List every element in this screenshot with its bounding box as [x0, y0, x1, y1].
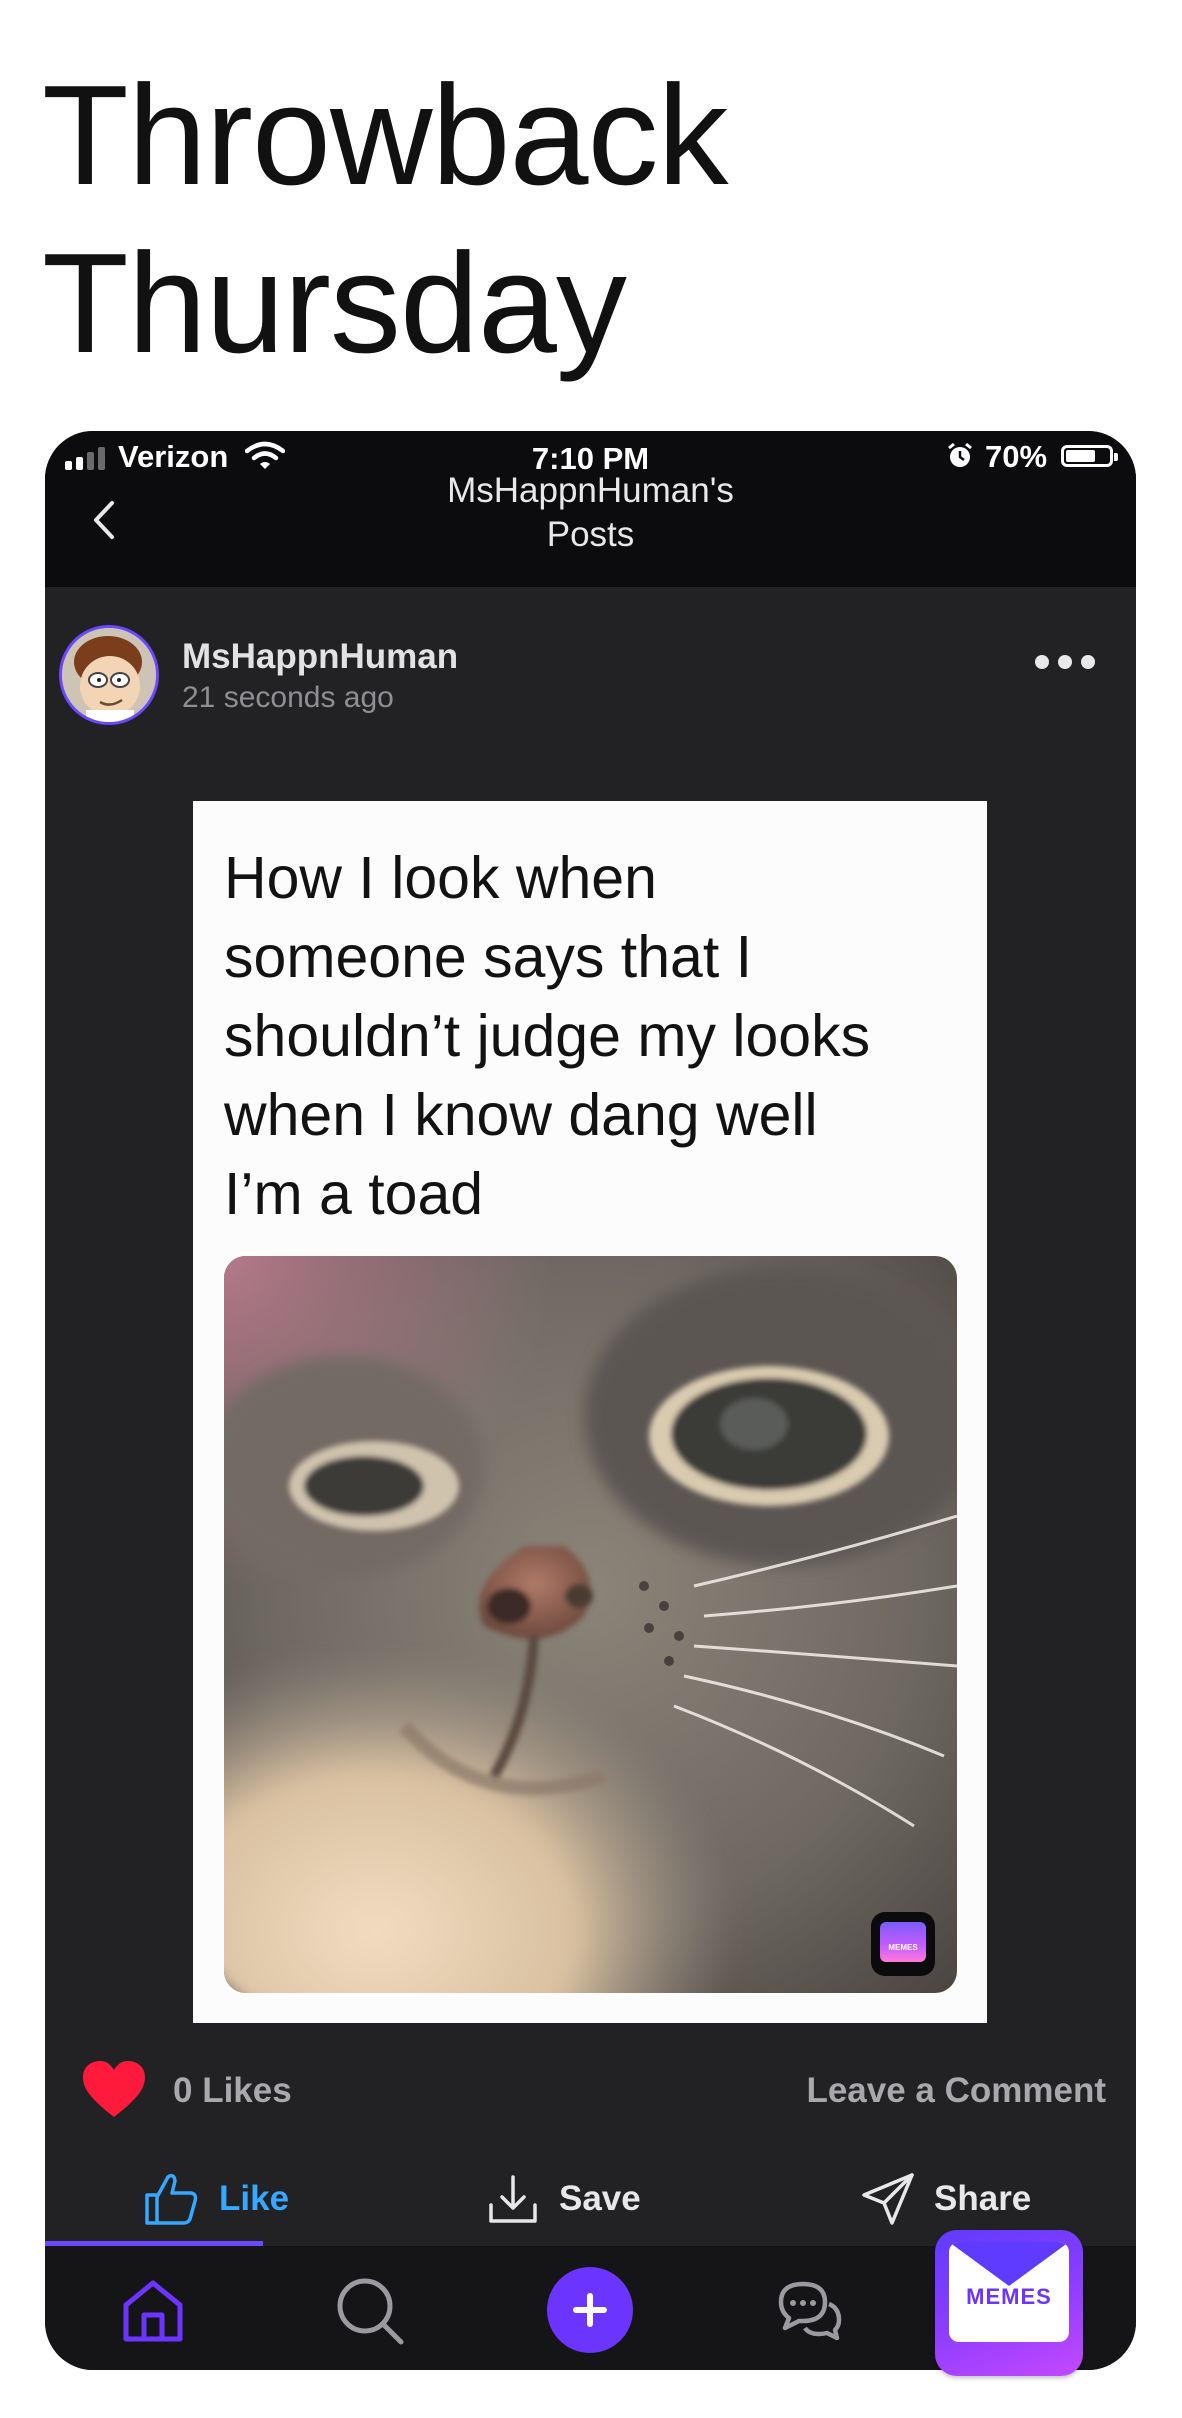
- page-title-line-1: MsHappnHuman's: [447, 471, 734, 510]
- tab-search[interactable]: [319, 2260, 419, 2360]
- headline-caption: Throwback Thursday: [42, 52, 1042, 388]
- memes-watermark-logo: MEMES: [935, 2230, 1083, 2376]
- page-title-line-2: Posts: [546, 515, 635, 554]
- top-bar: Verizon 7:10 PM 70% MsHappnHuman's Posts: [45, 431, 1136, 587]
- avatar[interactable]: [59, 625, 159, 725]
- back-button[interactable]: [80, 483, 130, 553]
- meme-caption-line-4: when I know dang well: [224, 1082, 818, 1148]
- alarm-icon: [945, 441, 975, 479]
- tab-create-post[interactable]: [540, 2260, 640, 2360]
- meme-caption: How I look when someone says that I shou…: [224, 839, 964, 1234]
- avatar-image: [62, 628, 156, 722]
- home-icon: [123, 2280, 183, 2342]
- post-timestamp: 21 seconds ago: [182, 681, 394, 714]
- meme-caption-line-1: How I look when: [224, 845, 657, 911]
- like-button[interactable]: Like: [141, 2153, 289, 2245]
- chevron-left-icon: [94, 501, 114, 539]
- headline-line-1: Throwback: [42, 56, 728, 215]
- paper-plane-icon: [862, 2173, 914, 2225]
- meme-image[interactable]: How I look when someone says that I shou…: [193, 801, 987, 2023]
- ellipsis-icon-dot: [1058, 655, 1072, 669]
- share-label: Share: [934, 2179, 1032, 2218]
- meme-caption-line-5: I’m a toad: [224, 1161, 484, 1227]
- phone-screenshot: Verizon 7:10 PM 70% MsHappnHuman's Posts…: [45, 431, 1136, 2370]
- download-icon: [489, 2175, 537, 2223]
- save-button[interactable]: Save: [485, 2153, 641, 2245]
- leave-comment-link[interactable]: Leave a Comment: [806, 2071, 1106, 2111]
- post-header: MsHappnHuman 21 seconds ago: [45, 601, 1136, 741]
- like-label: Like: [219, 2179, 290, 2218]
- headline-line-2: Thursday: [42, 224, 627, 383]
- meme-caption-line-3: shouldn’t judge my looks: [224, 1003, 871, 1069]
- post-username[interactable]: MsHappnHuman: [182, 637, 458, 677]
- chat-icon: [778, 2281, 842, 2341]
- page-title: MsHappnHuman's Posts: [345, 469, 836, 557]
- cat-photo: MEMES: [224, 1256, 957, 1993]
- battery-percent: 70%: [985, 439, 1048, 474]
- tab-home[interactable]: [103, 2260, 203, 2360]
- add-icon: [547, 2267, 633, 2353]
- more-options-button[interactable]: [1035, 655, 1095, 669]
- thumbs-up-icon: [145, 2173, 198, 2225]
- ellipsis-icon-dot: [1035, 655, 1049, 669]
- search-icon: [337, 2278, 404, 2345]
- save-label: Save: [559, 2179, 641, 2218]
- likes-count: 0 Likes: [173, 2071, 292, 2110]
- battery-icon: [1061, 445, 1118, 467]
- meme-caption-line-2: someone says that I: [224, 924, 753, 990]
- tab-messages[interactable]: [759, 2260, 859, 2360]
- memes-badge: MEMES: [871, 1912, 935, 1976]
- memes-watermark-label: MEMES: [966, 2284, 1052, 2309]
- page: Throwback Thursday Verizon 7:10 PM 70% M…: [0, 0, 1182, 2418]
- heart-icon[interactable]: [81, 2059, 147, 2121]
- ellipsis-icon-dot: [1081, 655, 1095, 669]
- likes-row: 0 Likes Leave a Comment: [45, 2051, 1136, 2131]
- memes-badge-label: MEMES: [888, 1943, 918, 1952]
